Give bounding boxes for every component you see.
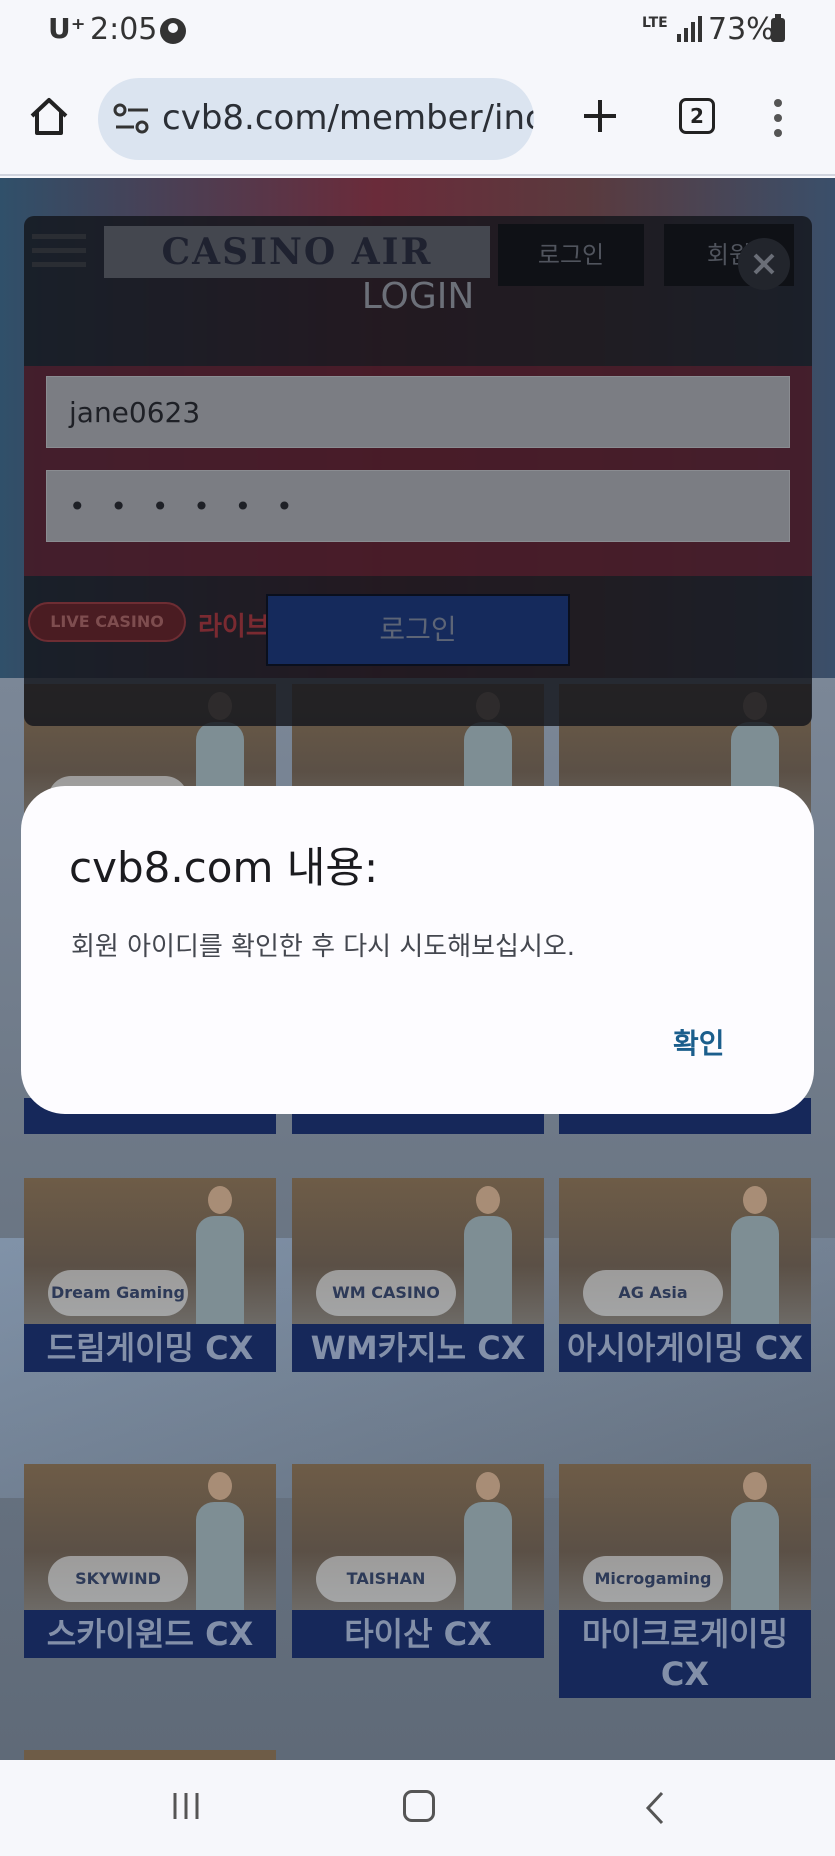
back-icon[interactable] <box>640 1790 670 1826</box>
battery-icon <box>771 14 785 42</box>
status-bar: U⁺ 2:05 LTE 73% <box>0 0 835 62</box>
carrier-label: U⁺ <box>48 12 86 45</box>
signal-icon <box>677 16 702 42</box>
account-icon <box>160 18 186 44</box>
battery-percent: 73% <box>708 12 775 47</box>
tile-logo: WM CASINO <box>316 1270 456 1316</box>
site-logo[interactable]: CASINO AIR <box>104 226 490 278</box>
tile-photo: WM CASINO <box>292 1178 544 1324</box>
login-submit-button[interactable]: 로그인 <box>266 594 570 666</box>
tile-caption[interactable]: 타이산 CX <box>292 1610 544 1658</box>
tile-caption[interactable]: 마이크로게이밍 CX <box>559 1610 811 1698</box>
home-icon[interactable] <box>28 96 70 136</box>
new-tab-icon[interactable] <box>580 96 620 136</box>
tile-logo: Dream Gaming <box>48 1270 188 1316</box>
address-bar[interactable]: cvb8.com/member/inc <box>98 78 534 160</box>
host-figure <box>729 1186 779 1324</box>
tile-caption[interactable]: WM카지노 CX <box>292 1324 544 1372</box>
username-field[interactable]: jane0623 <box>46 376 790 448</box>
tile-caption[interactable]: 스카이윈드 CX <box>24 1610 276 1658</box>
login-modal: CASINO AIR 로그인 회원 LOGIN jane0623 • • • •… <box>24 216 812 726</box>
more-menu-icon[interactable] <box>772 98 784 138</box>
tile-photo: AG Asia Gaming <box>559 1178 811 1324</box>
tile-logo: TAISHAN <box>316 1556 456 1602</box>
dialog-message: 회원 아이디를 확인한 후 다시 시도해보십시오. <box>71 932 576 962</box>
login-title: LOGIN <box>361 276 475 317</box>
host-figure <box>194 1186 244 1324</box>
host-figure <box>462 1472 512 1610</box>
dialog-ok-button[interactable]: 확인 <box>673 1022 725 1062</box>
game-tile <box>24 1750 276 1760</box>
host-figure <box>729 1472 779 1610</box>
tile-logo: SKYWIND GROUP <box>48 1556 188 1602</box>
tab-switcher-button[interactable]: 2 <box>679 98 715 134</box>
recent-apps-icon[interactable] <box>170 1790 202 1822</box>
live-label: 라이브 <box>198 612 270 642</box>
password-field[interactable]: • • • • • • <box>46 470 790 542</box>
dialog-title: cvb8.com 내용: <box>69 843 379 892</box>
live-casino-badge: LIVE CASINO <box>28 602 186 642</box>
tile-logo: AG Asia Gaming <box>583 1270 723 1316</box>
close-icon <box>753 253 775 275</box>
tile-photo: SKYWIND GROUP <box>24 1464 276 1610</box>
tile-photo: Dream Gaming <box>24 1178 276 1324</box>
clock: 2:05 <box>90 12 158 47</box>
tile-caption[interactable]: 드림게이밍 CX <box>24 1324 276 1372</box>
browser-toolbar: cvb8.com/member/inc 2 <box>0 62 835 176</box>
alert-dialog: cvb8.com 내용: 회원 아이디를 확인한 후 다시 시도해보십시오. 확… <box>21 786 814 1114</box>
system-nav-bar <box>0 1760 835 1856</box>
tile-logo: Microgaming <box>583 1556 723 1602</box>
tile-caption[interactable]: 아시아게이밍 CX <box>559 1324 811 1372</box>
tile-photo: TAISHAN <box>292 1464 544 1610</box>
host-figure <box>462 1186 512 1324</box>
host-figure <box>194 1472 244 1610</box>
network-type: LTE <box>642 15 668 31</box>
site-settings-icon[interactable] <box>112 102 152 136</box>
tile-photo: Microgaming <box>559 1464 811 1610</box>
url-text[interactable]: cvb8.com/member/inc <box>162 98 534 138</box>
hamburger-menu-icon[interactable] <box>32 234 86 268</box>
home-button-icon[interactable] <box>403 1790 435 1822</box>
